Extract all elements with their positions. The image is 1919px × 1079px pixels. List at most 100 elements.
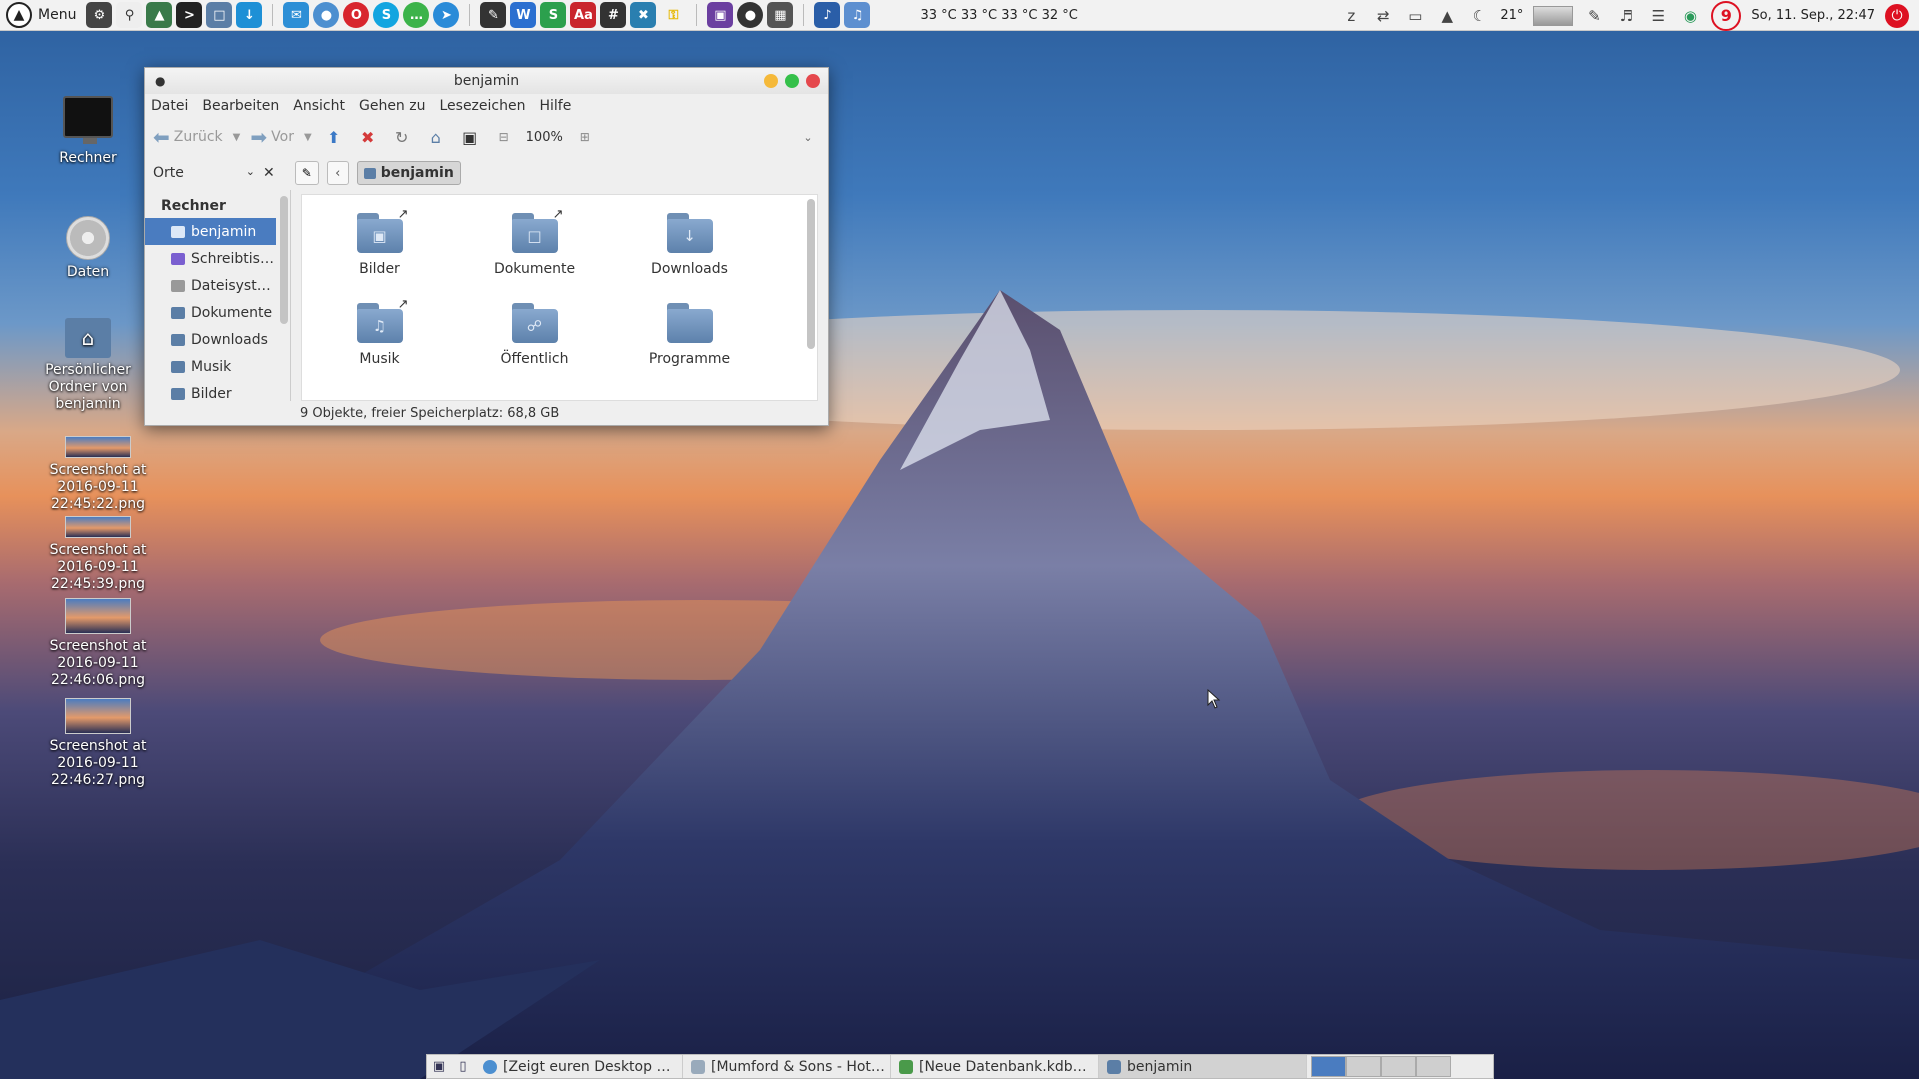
- screen-icon[interactable]: ▭: [1404, 5, 1426, 27]
- places-dropdown[interactable]: Orte ⌄: [151, 165, 255, 181]
- settings-icon[interactable]: ⚙: [86, 2, 113, 28]
- desktop-icon-home[interactable]: ⌂ Persönlicher Ordner von benjamin: [28, 318, 148, 413]
- menu-view[interactable]: Ansicht: [293, 98, 345, 114]
- minimize-button[interactable]: [764, 74, 778, 88]
- folder-item-documents[interactable]: □ ↗ Dokumente: [457, 207, 612, 303]
- thermometer-icon[interactable]: ▲: [1436, 5, 1458, 27]
- tools-icon[interactable]: ✖: [630, 2, 657, 28]
- taskbar-item-music-file[interactable]: [Mumford & Sons - Hot…: [683, 1055, 891, 1078]
- back-button[interactable]: ⬅ Zurück ▼: [153, 125, 240, 149]
- sidebar-item-filesystem[interactable]: Dateisyst…: [145, 272, 276, 299]
- trash-icon[interactable]: ▯: [451, 1056, 475, 1078]
- folder-item-music[interactable]: ♫ ↗ Musik: [302, 297, 457, 393]
- messenger-icon[interactable]: ➤: [433, 2, 460, 28]
- sidebar-item-music[interactable]: Musik: [145, 353, 276, 380]
- menu-bookmarks[interactable]: Lesezeichen: [439, 98, 525, 114]
- volume-icon[interactable]: ♬: [1615, 5, 1637, 27]
- menu-file[interactable]: Datei: [151, 98, 188, 114]
- workspace-1[interactable]: [1311, 1056, 1346, 1077]
- desktop-icon-drive[interactable]: Daten: [28, 216, 148, 281]
- desktop-icon-computer[interactable]: Rechner: [28, 96, 148, 167]
- window-menu-dot-icon[interactable]: ●: [155, 74, 165, 88]
- skype-icon[interactable]: S: [373, 2, 400, 28]
- mail-icon[interactable]: ✉: [283, 2, 310, 28]
- chevron-down-icon[interactable]: ⌄: [796, 125, 820, 149]
- folder-icon: [171, 306, 185, 319]
- up-arrow-icon[interactable]: ⬆: [322, 125, 346, 149]
- close-sidebar-icon[interactable]: ✕: [263, 165, 275, 181]
- grid-app-icon[interactable]: ▦: [767, 2, 794, 28]
- notes-icon[interactable]: ✎: [480, 2, 507, 28]
- dictionary-icon[interactable]: Aa: [570, 2, 597, 28]
- pen-icon[interactable]: ✎: [1583, 5, 1605, 27]
- menu-go[interactable]: Gehen zu: [359, 98, 426, 114]
- folder-item-pictures[interactable]: ▣ ↗ Bilder: [302, 207, 457, 303]
- sidebar-item-pictures[interactable]: Bilder: [145, 380, 276, 401]
- record-icon[interactable]: ●: [737, 2, 764, 28]
- desktop-icon-screenshot[interactable]: Screenshot at 2016-09-11 22:45:22.png: [38, 436, 158, 513]
- maximize-button[interactable]: [785, 74, 799, 88]
- sidebar-item-downloads[interactable]: Downloads: [145, 326, 276, 353]
- update-icon[interactable]: ◉: [1679, 5, 1701, 27]
- close-button[interactable]: [806, 74, 820, 88]
- sidebar-scrollbar[interactable]: [280, 196, 288, 324]
- forward-button[interactable]: ➡ Vor ▼: [250, 125, 311, 149]
- menu-edit[interactable]: Bearbeiten: [202, 98, 279, 114]
- sidebar-item-benjamin[interactable]: benjamin: [145, 218, 276, 245]
- key-icon[interactable]: ⚿: [660, 2, 686, 28]
- menu-help[interactable]: Hilfe: [539, 98, 571, 114]
- desktop-icon-screenshot[interactable]: Screenshot at 2016-09-11 22:46:27.png: [38, 698, 158, 789]
- zoom-in-icon[interactable]: ⊞: [573, 125, 597, 149]
- window-titlebar[interactable]: ● benjamin: [145, 68, 828, 94]
- folder-item-programs[interactable]: Programme: [612, 303, 767, 393]
- reload-icon[interactable]: ↻: [390, 125, 414, 149]
- file-view-scrollbar[interactable]: [807, 199, 815, 349]
- calc-icon[interactable]: S: [540, 2, 567, 28]
- writer-icon[interactable]: W: [510, 2, 537, 28]
- sidebar-item-documents[interactable]: Dokumente: [145, 299, 276, 326]
- desktop-icon-screenshot[interactable]: Screenshot at 2016-09-11 22:46:06.png: [38, 598, 158, 689]
- power-icon[interactable]: ⏻: [1885, 3, 1909, 28]
- equalizer-icon[interactable]: ☰: [1647, 5, 1669, 27]
- download-icon[interactable]: ↓: [236, 2, 263, 28]
- computer-icon[interactable]: ▣: [458, 125, 482, 149]
- search-icon[interactable]: ⚲: [116, 2, 143, 28]
- browser-icon[interactable]: ●: [313, 2, 340, 28]
- display-icon[interactable]: ▣: [707, 2, 734, 28]
- home-icon[interactable]: ⌂: [424, 125, 448, 149]
- menu-button[interactable]: ▲ Menu: [4, 0, 82, 31]
- zoom-out-icon[interactable]: ⊟: [492, 125, 516, 149]
- opera-icon[interactable]: O: [343, 2, 370, 28]
- chevron-left-icon[interactable]: ‹: [326, 161, 349, 185]
- folder-item-downloads[interactable]: ↓ Downloads: [612, 213, 767, 303]
- network-icon[interactable]: ⇄: [1372, 5, 1394, 27]
- folder-item-public[interactable]: ☍ Öffentlich: [457, 303, 612, 393]
- show-desktop-icon[interactable]: ▣: [427, 1056, 451, 1078]
- workspace-2[interactable]: [1346, 1056, 1381, 1077]
- files-icon[interactable]: □: [206, 2, 233, 28]
- taskbar-item-browser[interactable]: [Zeigt euren Desktop …: [475, 1055, 683, 1078]
- microphone-icon[interactable]: ♪: [814, 2, 841, 28]
- edit-location-button[interactable]: ✎: [294, 161, 319, 185]
- calculator-icon[interactable]: #: [600, 2, 627, 28]
- breadcrumb[interactable]: benjamin: [356, 161, 461, 185]
- terminal-icon[interactable]: >: [176, 2, 203, 28]
- image-viewer-icon[interactable]: ▲: [146, 2, 173, 28]
- notification-badge[interactable]: 9: [1711, 0, 1742, 31]
- desktop-icon-screenshot[interactable]: Screenshot at 2016-09-11 22:45:39.png: [38, 516, 158, 593]
- sidebar-item-desktop[interactable]: Schreibtis…: [145, 245, 276, 272]
- taskbar-item-database[interactable]: [Neue Datenbank.kdb…: [891, 1055, 1099, 1078]
- system-monitor-graph[interactable]: [1533, 5, 1574, 26]
- taskbar-item-file-manager[interactable]: benjamin: [1099, 1055, 1307, 1078]
- workspace-4[interactable]: [1416, 1056, 1451, 1077]
- chat-icon[interactable]: …: [403, 2, 430, 28]
- chevron-down-icon[interactable]: ▼: [304, 132, 312, 143]
- temperature-readout: 33 °C 33 °C 33 °C 32 °C: [920, 7, 1078, 23]
- sleep-icon[interactable]: z: [1340, 5, 1362, 27]
- chevron-down-icon[interactable]: ▼: [233, 132, 241, 143]
- music-icon[interactable]: ♫: [844, 2, 871, 28]
- workspace-3[interactable]: [1381, 1056, 1416, 1077]
- weather-temperature[interactable]: 21°: [1500, 8, 1523, 23]
- clock[interactable]: So, 11. Sep., 22:47: [1751, 8, 1875, 23]
- stop-icon[interactable]: ✖: [356, 125, 380, 149]
